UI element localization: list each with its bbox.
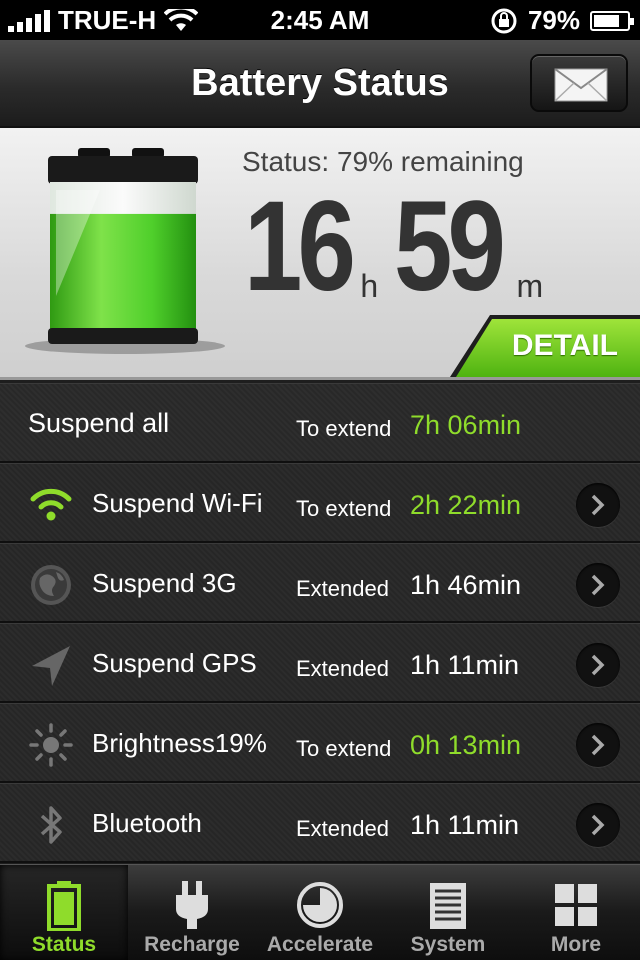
rotation-lock-icon xyxy=(491,8,517,33)
status-text: Status: 79% remaining xyxy=(242,146,524,177)
row-hint: Extended xyxy=(296,816,389,841)
minutes-unit: m xyxy=(516,268,544,304)
hours-value: 16 xyxy=(244,175,356,318)
plug-icon xyxy=(176,881,208,929)
row-label: Brightness19% xyxy=(92,728,267,758)
row-value: 1h 11min xyxy=(410,650,520,680)
wifi-icon xyxy=(30,488,72,521)
row-label: Bluetooth xyxy=(92,808,202,838)
row-hint: To extend xyxy=(296,416,392,441)
location-arrow-icon xyxy=(32,646,70,686)
globe-icon xyxy=(31,565,71,605)
status-bar: TRUE-H 2:45 AM 79% xyxy=(0,0,640,40)
row-label: Suspend Wi-Fi xyxy=(92,488,263,518)
row-label: Suspend GPS xyxy=(92,648,257,678)
row-value: 1h 11min xyxy=(410,810,520,840)
row-value: 0h 13min xyxy=(410,730,522,760)
battery-illustration-icon xyxy=(25,148,225,354)
tab-more[interactable]: More xyxy=(512,865,640,960)
detail-label: DETAIL xyxy=(511,329,618,362)
tab-status[interactable]: Status xyxy=(0,865,128,960)
row-label: Suspend 3G xyxy=(92,568,237,598)
pie-chart-icon xyxy=(297,882,343,928)
hours-unit: h xyxy=(360,268,379,304)
tab-label: Status xyxy=(31,933,97,956)
row-bluetooth[interactable]: Bluetooth Extended 1h 11min xyxy=(0,783,640,863)
row-suspend-gps[interactable]: Suspend GPS Extended 1h 11min xyxy=(0,623,640,703)
nav-bar: Battery Status xyxy=(0,40,640,128)
row-label: Suspend all xyxy=(28,408,170,438)
battery-icon xyxy=(47,881,81,931)
battery-group: 79% xyxy=(490,5,634,36)
row-brightness[interactable]: Brightness19% To extend 0h 13min xyxy=(0,703,640,783)
remaining-time: 16 h 59 m xyxy=(244,175,544,318)
tab-label: More xyxy=(550,933,602,956)
chevron-right-icon[interactable] xyxy=(576,563,620,607)
suspend-options-list: Suspend all To extend 7h 06min Suspend W… xyxy=(0,383,640,863)
tab-label: System xyxy=(410,933,486,956)
bluetooth-icon xyxy=(40,806,62,844)
tab-accelerate[interactable]: Accelerate xyxy=(256,865,384,960)
battery-percent: 79% xyxy=(527,5,580,35)
battery-status-icon xyxy=(590,10,634,31)
chevron-right-icon[interactable] xyxy=(576,643,620,687)
document-icon xyxy=(430,883,466,929)
battery-summary-panel: Status: 79% remaining 16 h 59 m DETAIL xyxy=(0,128,640,380)
row-suspend-3g[interactable]: Suspend 3G Extended 1h 46min xyxy=(0,543,640,623)
row-hint: Extended xyxy=(296,656,389,681)
tab-system[interactable]: System xyxy=(384,865,512,960)
chevron-right-icon[interactable] xyxy=(576,723,620,767)
minutes-value: 59 xyxy=(394,175,506,318)
row-hint: To extend xyxy=(296,496,392,521)
row-value: 1h 46min xyxy=(410,570,522,600)
grid-icon xyxy=(555,884,597,926)
tab-label: Recharge xyxy=(144,933,240,956)
sun-icon xyxy=(29,723,73,767)
envelope-icon xyxy=(554,68,608,102)
detail-button[interactable]: DETAIL xyxy=(450,315,640,377)
chevron-right-icon[interactable] xyxy=(576,483,620,527)
row-value: 7h 06min xyxy=(410,410,522,440)
row-hint: Extended xyxy=(296,576,389,601)
row-suspend-all[interactable]: Suspend all To extend 7h 06min xyxy=(0,383,640,463)
mail-button[interactable] xyxy=(530,54,628,112)
tab-bar: Status Recharge Accelerate System More xyxy=(0,864,640,960)
row-value: 2h 22min xyxy=(410,490,522,520)
row-suspend-wifi[interactable]: Suspend Wi-Fi To extend 2h 22min xyxy=(0,463,640,543)
tab-label: Accelerate xyxy=(266,933,374,956)
chevron-right-icon[interactable] xyxy=(576,803,620,847)
row-hint: To extend xyxy=(296,736,392,761)
tab-recharge[interactable]: Recharge xyxy=(128,865,256,960)
